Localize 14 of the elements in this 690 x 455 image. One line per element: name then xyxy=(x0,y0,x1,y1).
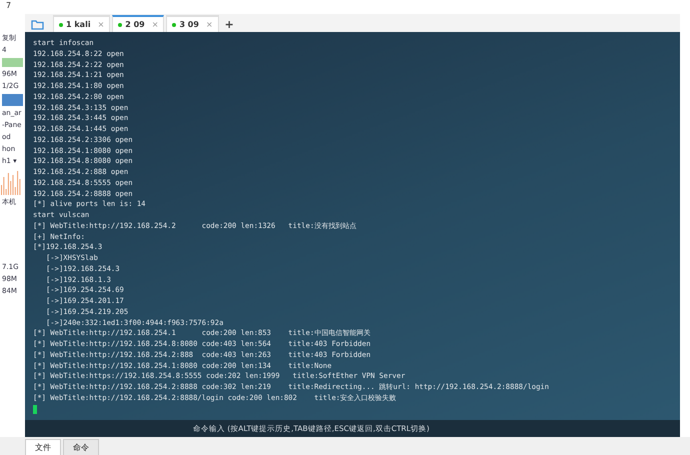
terminal-tab[interactable]: 1 kali × xyxy=(53,15,110,32)
status-dot-icon xyxy=(59,22,63,26)
terminal-tab[interactable]: 2 09 × xyxy=(112,15,164,32)
new-tab-button[interactable]: + xyxy=(220,17,238,32)
activity-chart-drawing xyxy=(0,169,22,195)
usage-bar xyxy=(2,58,23,67)
cursor-icon xyxy=(33,404,37,414)
bottom-tab[interactable]: 命令 xyxy=(63,439,99,455)
terminal-tab[interactable]: 3 09 × xyxy=(166,15,219,32)
bottom-tab[interactable]: 文件 xyxy=(25,439,61,455)
page-number: 7 xyxy=(5,0,12,12)
folder-icon[interactable] xyxy=(31,19,45,30)
status-dot-icon xyxy=(118,22,122,26)
status-dot-icon xyxy=(172,22,176,26)
